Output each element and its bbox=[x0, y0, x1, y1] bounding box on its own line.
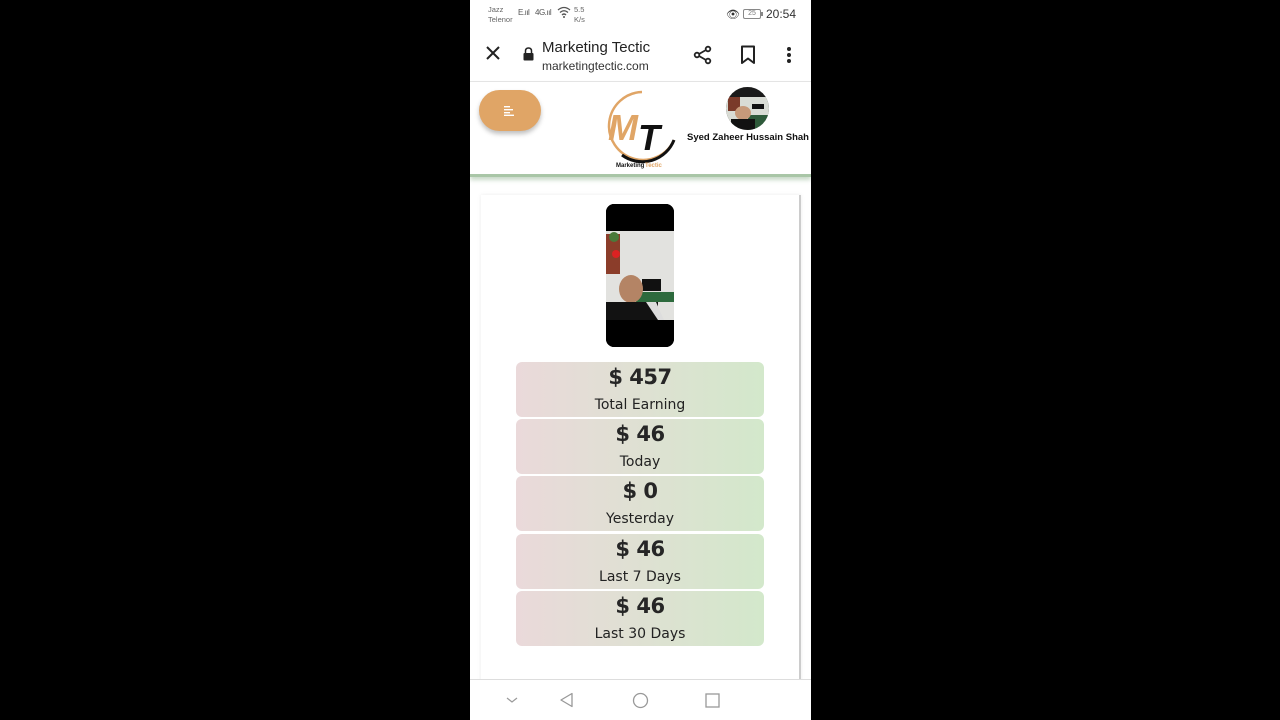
avatar-image bbox=[726, 87, 769, 130]
logo-caption-1: Marketing bbox=[616, 163, 645, 169]
profile-image bbox=[606, 204, 674, 347]
logo-letter-m: M bbox=[608, 107, 639, 148]
recents-button[interactable] bbox=[703, 691, 721, 709]
logo-caption-2: Tectic bbox=[645, 163, 663, 169]
clock: 20:54 bbox=[766, 7, 797, 21]
stat-value: $ 46 bbox=[615, 537, 665, 561]
menu-icon bbox=[504, 105, 514, 116]
bookmark-button[interactable] bbox=[736, 43, 760, 67]
stat-value: $ 0 bbox=[622, 479, 658, 503]
status-bar: Jazz Telenor E.ııl 4G.ııl 5.5 K/s 👁 25 2… bbox=[470, 0, 811, 30]
stat-yesterday: $ 0 Yesterday bbox=[516, 476, 764, 531]
home-icon bbox=[632, 692, 648, 708]
signal-type-label: E bbox=[518, 8, 523, 17]
menu-button[interactable] bbox=[479, 90, 541, 131]
system-nav-bar bbox=[470, 679, 811, 720]
close-icon bbox=[486, 46, 500, 60]
user-avatar[interactable] bbox=[726, 87, 769, 130]
page-title: Marketing Tectic bbox=[542, 39, 651, 56]
net-speed-unit: K/s bbox=[574, 15, 585, 24]
site-header: M T Marketing Tectic Syed Zaheer Hussain… bbox=[470, 82, 811, 177]
stat-value: $ 457 bbox=[608, 365, 672, 389]
stat-label: Last 7 Days bbox=[599, 569, 681, 585]
carrier-line-2: Telenor bbox=[488, 15, 513, 24]
battery-level: 25 bbox=[748, 10, 756, 17]
stat-today: $ 46 Today bbox=[516, 419, 764, 474]
more-options-button[interactable] bbox=[777, 43, 801, 67]
wifi-icon bbox=[557, 6, 571, 18]
phone-screen: Jazz Telenor E.ııl 4G.ııl 5.5 K/s 👁 25 2… bbox=[470, 0, 811, 720]
stat-value: $ 46 bbox=[615, 594, 665, 618]
hide-keyboard-icon bbox=[506, 697, 518, 703]
carrier-line-1: Jazz bbox=[488, 5, 504, 14]
back-icon bbox=[560, 692, 573, 708]
close-button[interactable] bbox=[482, 43, 504, 65]
site-logo[interactable]: M T Marketing Tectic bbox=[602, 90, 678, 170]
stat-label: Total Earning bbox=[594, 397, 686, 413]
network-speed: 5.5 K/s bbox=[574, 5, 585, 25]
battery-icon: 25 bbox=[743, 9, 763, 19]
user-name: Syed Zaheer Hussain Shah bbox=[687, 132, 809, 143]
more-vert-icon bbox=[787, 47, 791, 63]
home-button[interactable] bbox=[631, 691, 649, 709]
back-button[interactable] bbox=[558, 691, 576, 709]
eye-comfort-icon: 👁 bbox=[726, 9, 740, 21]
stat-total-earning: $ 457 Total Earning bbox=[516, 362, 764, 417]
browser-toolbar: Marketing Tectic marketingtectic.com bbox=[470, 30, 811, 82]
share-icon bbox=[693, 45, 712, 65]
stat-last-7-days: $ 46 Last 7 Days bbox=[516, 534, 764, 589]
stat-label: Yesterday bbox=[606, 511, 674, 527]
share-button[interactable] bbox=[691, 43, 715, 67]
profile-photo bbox=[606, 204, 674, 347]
lock-icon bbox=[523, 47, 534, 61]
stat-label: Last 30 Days bbox=[594, 626, 686, 642]
signal-icon: E.ııl bbox=[518, 8, 530, 17]
stat-label: Today bbox=[619, 454, 661, 470]
logo-letter-t: T bbox=[638, 117, 663, 158]
earnings-card: $ 457 Total Earning $ 46 Today $ 0 Yeste… bbox=[481, 195, 801, 695]
net-speed-value: 5.5 bbox=[574, 5, 585, 14]
signal-icon: 4G.ııl bbox=[535, 8, 552, 17]
recents-icon bbox=[704, 692, 720, 708]
page-url[interactable]: marketingtectic.com bbox=[542, 59, 649, 73]
carrier-name: Jazz Telenor bbox=[488, 5, 513, 25]
stat-value: $ 46 bbox=[615, 422, 665, 446]
hide-keyboard-button[interactable] bbox=[503, 691, 521, 709]
stat-last-30-days: $ 46 Last 30 Days bbox=[516, 591, 764, 646]
signal-type-label: 4G bbox=[535, 8, 545, 17]
bookmark-icon bbox=[741, 45, 755, 64]
